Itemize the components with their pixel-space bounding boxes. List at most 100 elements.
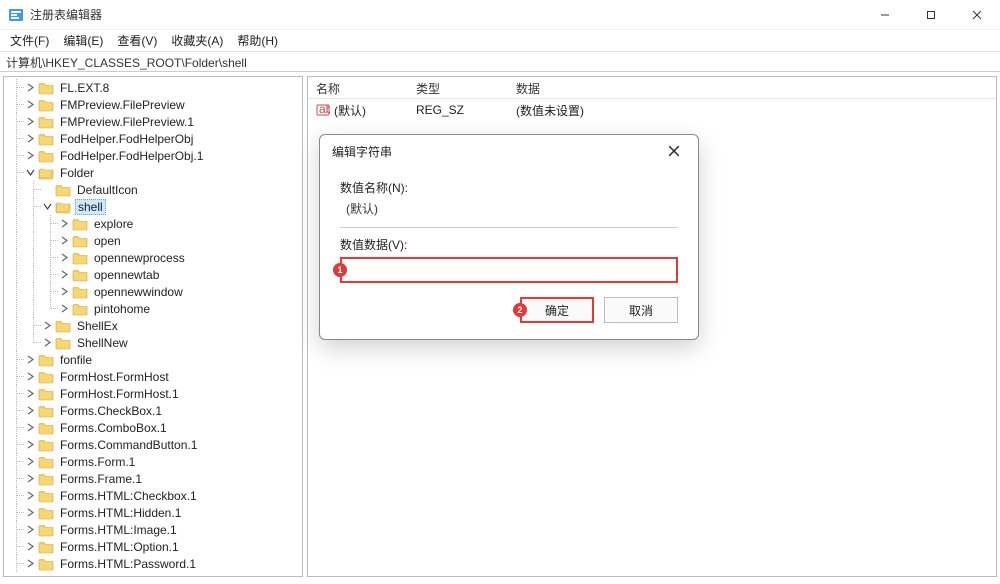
- value-data-input[interactable]: [340, 257, 678, 283]
- expand-icon[interactable]: [25, 422, 36, 433]
- collapse-icon[interactable]: [25, 167, 36, 178]
- expand-icon[interactable]: [25, 405, 36, 416]
- tree-item[interactable]: Forms.HTML:Image.1: [4, 521, 302, 538]
- expand-icon[interactable]: [25, 150, 36, 161]
- tree-item[interactable]: Forms.CommandButton.1: [4, 436, 302, 453]
- tree-item[interactable]: Forms.HTML:Hidden.1: [4, 504, 302, 521]
- cancel-button[interactable]: 取消: [604, 297, 678, 323]
- window-controls: [862, 0, 1000, 30]
- tree-item-label: open: [92, 234, 123, 248]
- tree-item[interactable]: DefaultIcon: [4, 181, 302, 198]
- expand-icon[interactable]: [25, 490, 36, 501]
- expand-icon[interactable]: [42, 337, 53, 348]
- tree-item-label: ShellEx: [75, 319, 120, 333]
- tree-item[interactable]: FormHost.FormHost: [4, 368, 302, 385]
- expand-icon[interactable]: [25, 354, 36, 365]
- menu-help[interactable]: 帮助(H): [231, 30, 284, 51]
- expand-icon[interactable]: [25, 524, 36, 535]
- tree-item[interactable]: FodHelper.FodHelperObj.1: [4, 147, 302, 164]
- expand-icon[interactable]: [25, 558, 36, 569]
- tree-item[interactable]: FMPreview.FilePreview: [4, 96, 302, 113]
- tree-item[interactable]: Forms.HTML:Password.1: [4, 555, 302, 572]
- value-type: REG_SZ: [408, 103, 508, 117]
- folder-icon: [72, 217, 88, 231]
- annotation-badge-1: 1: [333, 263, 347, 277]
- tree-item[interactable]: Forms.Frame.1: [4, 470, 302, 487]
- list-row[interactable]: ab (默认) REG_SZ (数值未设置): [308, 101, 996, 119]
- expand-icon[interactable]: [59, 269, 70, 280]
- folder-icon: [38, 81, 54, 95]
- tree-item[interactable]: explore: [4, 215, 302, 232]
- folder-icon: [38, 149, 54, 163]
- expand-icon[interactable]: [59, 218, 70, 229]
- minimize-button[interactable]: [862, 0, 908, 30]
- tree-item[interactable]: Forms.HTML:Checkbox.1: [4, 487, 302, 504]
- menu-file[interactable]: 文件(F): [4, 30, 55, 51]
- tree-item-label: FormHost.FormHost.1: [58, 387, 181, 401]
- expand-icon[interactable]: [59, 235, 70, 246]
- expand-icon[interactable]: [25, 456, 36, 467]
- menubar: 文件(F) 编辑(E) 查看(V) 收藏夹(A) 帮助(H): [0, 30, 1000, 52]
- tree-item[interactable]: open: [4, 232, 302, 249]
- expand-icon[interactable]: [25, 439, 36, 450]
- menu-favorites[interactable]: 收藏夹(A): [165, 30, 229, 51]
- tree-item[interactable]: shell: [4, 198, 302, 215]
- tree-item-label: opennewtab: [92, 268, 161, 282]
- col-data[interactable]: 数据: [508, 77, 996, 98]
- expand-icon[interactable]: [25, 388, 36, 399]
- col-type[interactable]: 类型: [408, 77, 508, 98]
- tree-item-label: Forms.CheckBox.1: [58, 404, 164, 418]
- collapse-icon[interactable]: [42, 201, 53, 212]
- tree-item[interactable]: ShellNew: [4, 334, 302, 351]
- menu-edit[interactable]: 编辑(E): [57, 30, 109, 51]
- expand-icon[interactable]: [25, 541, 36, 552]
- tree-item[interactable]: ShellEx: [4, 317, 302, 334]
- tree-item-label: Forms.CommandButton.1: [58, 438, 199, 452]
- tree-pane[interactable]: FL.EXT.8FMPreview.FilePreview FMPreview.F…: [3, 76, 303, 577]
- tree-item[interactable]: FMPreview.FilePreview.1: [4, 113, 302, 130]
- tree-item[interactable]: FormHost.FormHost.1: [4, 385, 302, 402]
- tree-item[interactable]: FodHelper.FodHelperObj: [4, 130, 302, 147]
- expand-icon[interactable]: [25, 507, 36, 518]
- tree-item[interactable]: opennewtab: [4, 266, 302, 283]
- tree-item[interactable]: fonfile: [4, 351, 302, 368]
- folder-icon: [38, 387, 54, 401]
- col-name[interactable]: 名称: [308, 77, 408, 98]
- expand-icon[interactable]: [25, 82, 36, 93]
- tree-item[interactable]: Forms.CheckBox.1: [4, 402, 302, 419]
- tree-item[interactable]: Forms.Form.1: [4, 453, 302, 470]
- dialog-titlebar[interactable]: 编辑字符串: [320, 135, 698, 167]
- expand-icon[interactable]: [25, 473, 36, 484]
- folder-icon: [72, 251, 88, 265]
- tree-item[interactable]: Forms.HTML:Option.1: [4, 538, 302, 555]
- tree-item[interactable]: pintohome: [4, 300, 302, 317]
- tree-item[interactable]: FL.EXT.8: [4, 79, 302, 96]
- folder-icon: [38, 132, 54, 146]
- ok-button[interactable]: 确定: [520, 297, 594, 323]
- tree-item[interactable]: opennewwindow: [4, 283, 302, 300]
- maximize-button[interactable]: [908, 0, 954, 30]
- address-bar[interactable]: 计算机\HKEY_CLASSES_ROOT\Folder\shell: [0, 52, 1000, 72]
- list-header: 名称 类型 数据: [308, 77, 996, 99]
- dialog-close-button[interactable]: [662, 139, 686, 163]
- tree-item[interactable]: Folder: [4, 164, 302, 181]
- expand-icon[interactable]: [42, 320, 53, 331]
- expand-icon[interactable]: [25, 116, 36, 127]
- value-data-label: 数值数据(V):: [340, 236, 678, 253]
- tree-item-label: FL.EXT.8: [58, 81, 111, 95]
- menu-view[interactable]: 查看(V): [111, 30, 163, 51]
- registry-tree: FL.EXT.8FMPreview.FilePreview FMPreview.F…: [4, 77, 302, 574]
- expand-icon[interactable]: [59, 286, 70, 297]
- close-button[interactable]: [954, 0, 1000, 30]
- folder-icon: [55, 200, 71, 214]
- expand-icon[interactable]: [25, 99, 36, 110]
- expand-icon[interactable]: [59, 303, 70, 314]
- tree-item[interactable]: Forms.ComboBox.1: [4, 419, 302, 436]
- folder-icon: [38, 523, 54, 537]
- tree-item-label: FormHost.FormHost: [58, 370, 171, 384]
- expand-icon[interactable]: [25, 133, 36, 144]
- tree-item[interactable]: opennewprocess: [4, 249, 302, 266]
- expand-icon[interactable]: [25, 371, 36, 382]
- tree-item-label: FMPreview.FilePreview.1: [58, 115, 196, 129]
- expand-icon[interactable]: [59, 252, 70, 263]
